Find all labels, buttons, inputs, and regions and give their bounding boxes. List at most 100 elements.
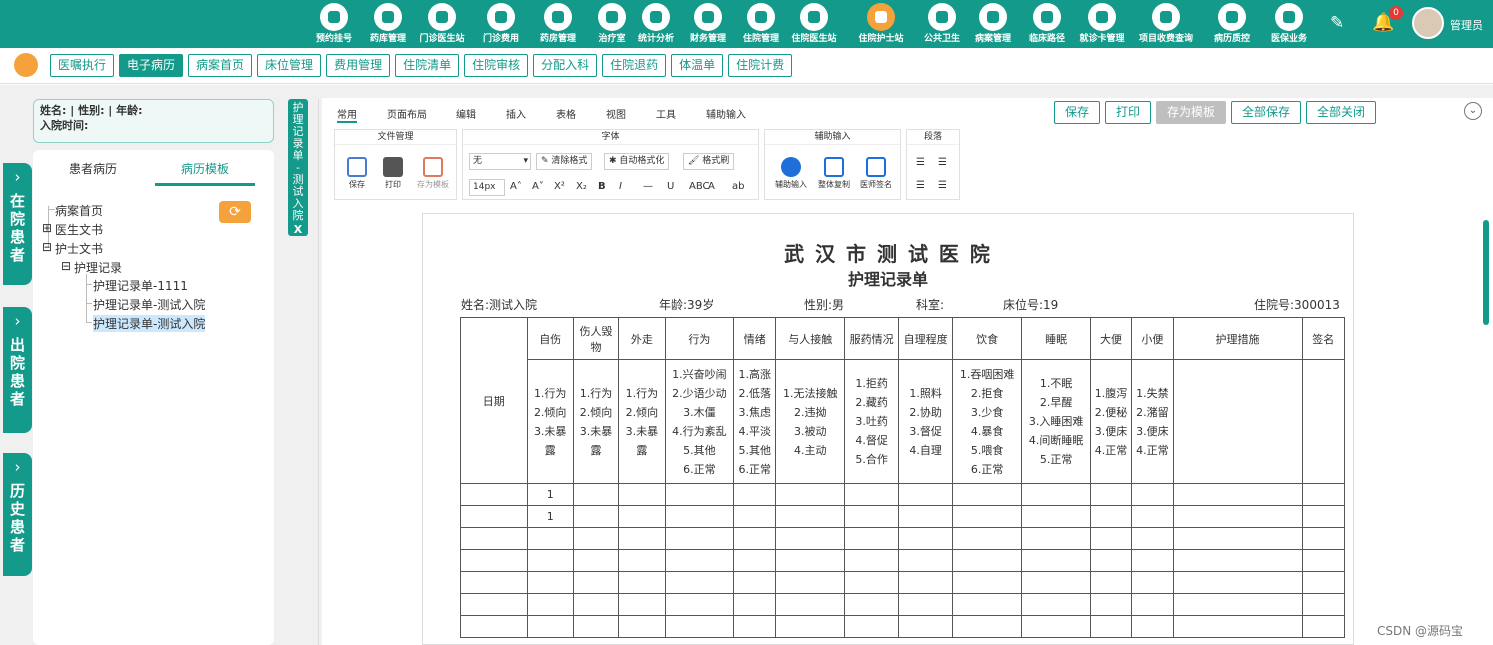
table-cell[interactable] — [843, 527, 900, 550]
nav-item-8[interactable]: 住院管理 — [731, 3, 791, 45]
nav-item-16[interactable]: 病历质控 — [1202, 3, 1262, 45]
table-cell[interactable] — [664, 483, 735, 506]
table-cell[interactable] — [460, 483, 528, 506]
tab-1[interactable]: 电子病历 — [119, 54, 184, 77]
refresh-icon[interactable]: ⟳ — [219, 201, 251, 223]
font-icon-6[interactable]: — — [643, 181, 653, 192]
table-cell[interactable] — [1131, 571, 1174, 594]
table-cell[interactable] — [898, 593, 953, 616]
table-cell[interactable]: 1 — [526, 505, 574, 528]
table-cell[interactable] — [1021, 571, 1091, 594]
ribbon-tab-assist-input[interactable]: 辅助输入 — [706, 106, 746, 121]
tab-7[interactable]: 分配入科 — [533, 54, 598, 77]
toolbar-print-button[interactable]: 打印 — [379, 157, 407, 190]
font-icon-5[interactable]: I — [619, 181, 622, 192]
table-cell[interactable] — [1089, 527, 1133, 550]
table-cell[interactable] — [733, 527, 777, 550]
table-cell[interactable] — [951, 549, 1023, 572]
table-cell[interactable] — [951, 571, 1023, 594]
table-cell[interactable] — [733, 505, 777, 528]
save-button[interactable]: 保存 — [1054, 101, 1101, 124]
document-scrollbar[interactable] — [1483, 220, 1489, 325]
table-cell[interactable] — [1089, 483, 1133, 506]
font-size-select[interactable]: 14px — [469, 179, 505, 196]
table-cell[interactable] — [951, 483, 1023, 506]
table-cell[interactable] — [1301, 549, 1346, 572]
table-cell[interactable] — [733, 483, 777, 506]
table-cell[interactable] — [1131, 505, 1174, 528]
table-cell[interactable] — [1172, 571, 1303, 594]
font-icon-4[interactable]: B — [598, 181, 606, 192]
tab-3[interactable]: 床位管理 — [257, 54, 322, 77]
doctor-signature-button[interactable]: 医师签名 — [855, 157, 897, 190]
table-cell[interactable] — [843, 615, 900, 638]
table-cell[interactable] — [1131, 527, 1174, 550]
justify-icon[interactable]: ☰ — [938, 180, 947, 191]
table-cell[interactable] — [1021, 527, 1091, 550]
table-cell[interactable] — [775, 527, 845, 550]
assist-input-button[interactable]: 辅助输入 — [770, 157, 812, 190]
table-cell[interactable] — [951, 615, 1023, 638]
table-cell[interactable] — [572, 615, 620, 638]
table-cell[interactable] — [460, 615, 528, 638]
save-all-button[interactable]: 全部保存 — [1231, 101, 1302, 124]
expand-icon[interactable]: ⊞ — [42, 221, 52, 235]
table-cell[interactable] — [843, 505, 900, 528]
table-cell[interactable] — [664, 549, 735, 572]
table-cell[interactable] — [618, 505, 666, 528]
font-icon-0[interactable]: A˄ — [510, 181, 522, 192]
nav-item-12[interactable]: 病案管理 — [963, 3, 1023, 45]
table-cell[interactable] — [664, 593, 735, 616]
table-cell[interactable] — [1131, 549, 1174, 572]
clear-format-button[interactable]: ✎ 清除格式 — [536, 153, 593, 170]
table-cell[interactable] — [618, 483, 666, 506]
ribbon-tab-insert[interactable]: 插入 — [506, 106, 526, 121]
table-cell[interactable] — [775, 549, 845, 572]
table-cell[interactable] — [1301, 571, 1346, 594]
table-cell[interactable] — [951, 505, 1023, 528]
ribbon-tab-common[interactable]: 常用 — [337, 106, 357, 123]
user-name[interactable]: 管理员 — [1450, 17, 1483, 33]
table-cell[interactable] — [1089, 549, 1133, 572]
align-left-icon[interactable]: ☰ — [916, 157, 925, 168]
table-cell[interactable] — [898, 505, 953, 528]
tree-node[interactable]: 护理记录 — [74, 259, 122, 276]
nav-item-1[interactable]: 药库管理 — [358, 3, 418, 45]
close-tab-icon[interactable]: X — [288, 224, 308, 236]
tree-node[interactable]: 护士文书 — [55, 240, 103, 257]
table-cell[interactable] — [843, 483, 900, 506]
table-cell[interactable] — [618, 549, 666, 572]
table-cell[interactable] — [664, 615, 735, 638]
collapse-ribbon-icon[interactable]: ⌄ — [1464, 102, 1482, 120]
table-cell[interactable] — [572, 505, 620, 528]
table-cell[interactable] — [733, 615, 777, 638]
table-cell[interactable] — [460, 527, 528, 550]
table-cell[interactable] — [1301, 593, 1346, 616]
side-tab-history[interactable]: › 历史患者 — [3, 453, 32, 576]
ribbon-tab-tools[interactable]: 工具 — [656, 106, 676, 121]
tab-4[interactable]: 费用管理 — [326, 54, 391, 77]
table-cell[interactable] — [1172, 593, 1303, 616]
table-cell[interactable] — [951, 593, 1023, 616]
table-cell[interactable] — [572, 483, 620, 506]
table-cell[interactable] — [460, 593, 528, 616]
edit-pencil-icon[interactable]: ✎ — [1330, 13, 1352, 35]
table-cell[interactable] — [526, 549, 574, 572]
tree-node[interactable]: 医生文书 — [55, 221, 103, 238]
table-cell[interactable] — [1021, 593, 1091, 616]
table-cell[interactable] — [526, 615, 574, 638]
table-cell[interactable] — [775, 571, 845, 594]
font-icon-2[interactable]: X² — [554, 181, 565, 192]
nav-item-7[interactable]: 财务管理 — [678, 3, 738, 45]
tab-6[interactable]: 住院审核 — [464, 54, 529, 77]
font-icon-8[interactable]: ABC — [689, 181, 710, 192]
ribbon-tab-table[interactable]: 表格 — [556, 106, 576, 121]
table-cell[interactable] — [572, 593, 620, 616]
nav-item-10[interactable]: 住院护士站 — [851, 3, 911, 45]
nav-item-14[interactable]: 就诊卡管理 — [1072, 3, 1132, 45]
copy-all-button[interactable]: 整体复制 — [813, 157, 855, 190]
print-button[interactable]: 打印 — [1105, 101, 1152, 124]
table-cell[interactable] — [775, 593, 845, 616]
collapse-icon[interactable]: ⊟ — [42, 240, 52, 254]
table-cell[interactable] — [1172, 483, 1303, 506]
